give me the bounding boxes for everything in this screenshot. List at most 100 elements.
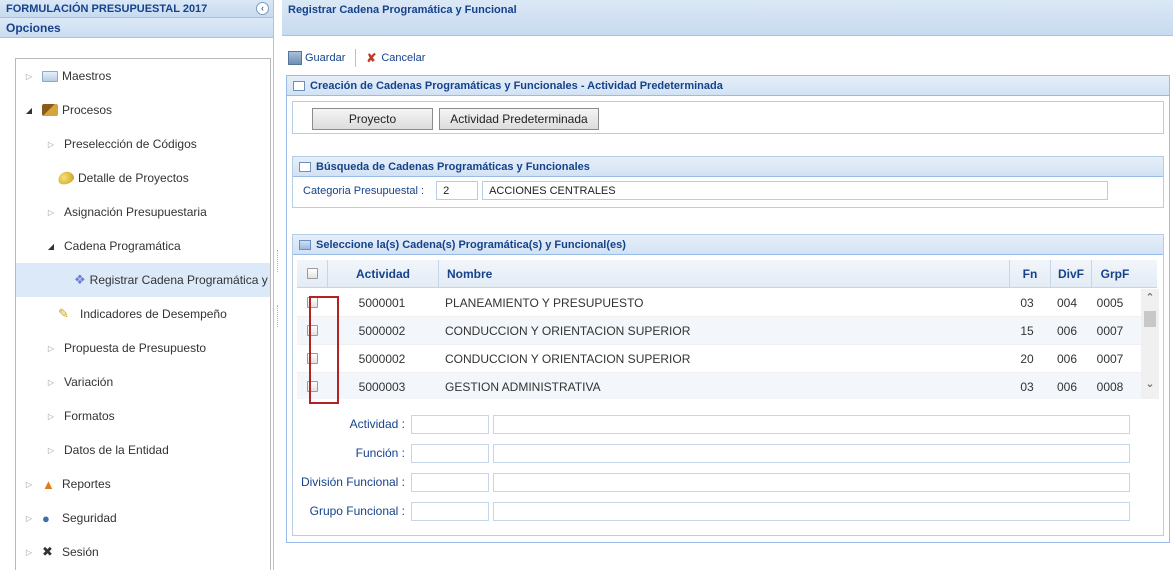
search-fieldset: Búsqueda de Cadenas Programáticas y Func… bbox=[292, 156, 1164, 208]
column-header-actividad[interactable]: Actividad bbox=[328, 267, 438, 281]
table-row[interactable]: 5000003 GESTION ADMINISTRATIVA 03 006 00… bbox=[297, 373, 1157, 399]
table-row[interactable]: 5000001 PLANEAMIENTO Y PRESUPUESTO 03 00… bbox=[297, 289, 1157, 317]
expand-arrow-icon[interactable]: ▷ bbox=[46, 378, 56, 387]
collapse-arrow-icon[interactable]: ◢ bbox=[46, 242, 56, 251]
tree-item-procesos[interactable]: ◢ Procesos bbox=[16, 93, 270, 127]
collapse-arrow-icon[interactable]: ◢ bbox=[24, 106, 34, 115]
save-button[interactable]: Guardar bbox=[288, 51, 345, 65]
tree-item-registrar-cadena[interactable]: ❖ Registrar Cadena Programática y Fu bbox=[16, 263, 271, 297]
actividad-code-field[interactable] bbox=[411, 414, 489, 434]
actividad-row: Actividad : bbox=[297, 414, 1159, 434]
actividad-label: Actividad : bbox=[349, 417, 405, 431]
cancel-label: Cancelar bbox=[381, 52, 426, 64]
column-header-grpf[interactable]: GrpF bbox=[1092, 267, 1138, 281]
tree-item-label: Maestros bbox=[62, 69, 112, 83]
tree-item-seguridad[interactable]: ▷ ● Seguridad bbox=[16, 501, 270, 535]
grupo-row: Grupo Funcional : bbox=[297, 501, 1159, 521]
expand-arrow-icon[interactable]: ▷ bbox=[24, 548, 34, 557]
expand-arrow-icon[interactable]: ▷ bbox=[46, 140, 56, 149]
creation-header: Creación de Cadenas Programáticas y Func… bbox=[287, 76, 1169, 96]
expand-arrow-icon[interactable]: ▷ bbox=[24, 480, 34, 489]
selection-title: Seleccione la(s) Cadena(s) Programática(… bbox=[316, 238, 626, 251]
tree-item-formatos[interactable]: ▷ Formatos bbox=[16, 399, 270, 433]
tree-item-propuesta[interactable]: ▷ Propuesta de Presupuesto bbox=[16, 331, 270, 365]
tree-item-cadena-programatica[interactable]: ◢ Cadena Programática bbox=[16, 229, 270, 263]
tree-item-label: Procesos bbox=[62, 103, 113, 117]
expand-arrow-icon[interactable]: ▷ bbox=[46, 344, 56, 353]
tree-item-label: Cadena Programática bbox=[64, 239, 181, 253]
tree-item-detalle-proyectos[interactable]: Detalle de Proyectos bbox=[16, 161, 270, 195]
tree-item-maestros[interactable]: ▷ Maestros bbox=[16, 59, 270, 93]
cell-divf: 004 bbox=[1056, 295, 1078, 310]
category-name-field[interactable]: ACCIONES CENTRALES bbox=[482, 181, 1109, 200]
column-header-divf[interactable]: DivF bbox=[1051, 267, 1091, 281]
division-row: División Funcional : bbox=[297, 472, 1159, 492]
tree-item-label: Datos de la Entidad bbox=[64, 443, 169, 457]
cell-actividad: 5000003 bbox=[358, 379, 406, 394]
cancel-button[interactable]: ✘ Cancelar bbox=[364, 51, 425, 65]
cell-divf: 006 bbox=[1056, 351, 1078, 366]
selection-header: Seleccione la(s) Cadena(s) Programática(… bbox=[293, 235, 1163, 255]
funcion-code-field[interactable] bbox=[411, 443, 489, 463]
cell-fn: 15 bbox=[1020, 323, 1034, 338]
column-header-nombre[interactable]: Nombre bbox=[439, 267, 1009, 281]
expand-arrow-icon[interactable]: ▷ bbox=[24, 72, 34, 81]
funcion-row: Función : bbox=[297, 443, 1159, 463]
tree-item-preseleccion[interactable]: ▷ Preselección de Códigos bbox=[16, 127, 270, 161]
table-row[interactable]: 5000002 CONDUCCION Y ORIENTACION SUPERIO… bbox=[297, 317, 1157, 345]
tree-item-variacion[interactable]: ▷ Variación bbox=[16, 365, 270, 399]
tree-item-datos-entidad[interactable]: ▷ Datos de la Entidad bbox=[16, 433, 270, 467]
tree-item-label: Registrar Cadena Programática y Fu bbox=[89, 273, 271, 287]
column-header-fn[interactable]: Fn bbox=[1010, 267, 1050, 281]
cell-actividad: 5000001 bbox=[358, 295, 406, 310]
expand-arrow-icon[interactable]: ▷ bbox=[24, 514, 34, 523]
checkbox-highlight-box bbox=[309, 296, 339, 404]
grupo-name-field[interactable] bbox=[493, 501, 1130, 521]
tree-item-label: Sesión bbox=[62, 545, 99, 559]
search-title: Búsqueda de Cadenas Programáticas y Func… bbox=[316, 160, 590, 173]
cell-divf: 006 bbox=[1056, 379, 1078, 394]
creation-title: Creación de Cadenas Programáticas y Func… bbox=[310, 79, 723, 92]
collapse-panel-icon[interactable]: ‹ bbox=[256, 2, 269, 15]
grid-scrollbar[interactable]: ⌃ ⌄ bbox=[1141, 289, 1159, 399]
division-code-field[interactable] bbox=[411, 472, 489, 492]
tree-item-label: Seguridad bbox=[62, 511, 117, 525]
cell-grpf: 0005 bbox=[1096, 295, 1124, 310]
tree-item-asignacion[interactable]: ▷ Asignación Presupuestaria bbox=[16, 195, 270, 229]
window-icon bbox=[299, 161, 311, 172]
egg-icon bbox=[56, 169, 76, 187]
tree-item-reportes[interactable]: ▷ ▲ Reportes bbox=[16, 467, 270, 501]
table-row[interactable]: 5000002 CONDUCCION Y ORIENTACION SUPERIO… bbox=[297, 345, 1157, 373]
save-icon bbox=[288, 51, 302, 65]
splitter-grip[interactable] bbox=[277, 305, 280, 327]
select-all-checkbox[interactable] bbox=[306, 268, 318, 279]
grupo-code-field[interactable] bbox=[411, 501, 489, 521]
search-header: Búsqueda de Cadenas Programáticas y Func… bbox=[293, 157, 1163, 177]
select-all-cell bbox=[297, 268, 327, 279]
tree-item-label: Propuesta de Presupuesto bbox=[64, 341, 207, 355]
default-activity-button[interactable]: Actividad Predeterminada bbox=[439, 108, 599, 130]
actividad-name-field[interactable] bbox=[493, 414, 1130, 434]
tree-item-label: Preselección de Códigos bbox=[64, 137, 197, 151]
expand-arrow-icon[interactable]: ▷ bbox=[46, 412, 56, 421]
session-icon: ✖ bbox=[42, 544, 53, 559]
funcion-name-field[interactable] bbox=[493, 443, 1130, 463]
indicator-icon: ✎ bbox=[58, 306, 69, 321]
expand-arrow-icon[interactable]: ▷ bbox=[46, 208, 56, 217]
tree-item-sesion[interactable]: ▷ ✖ Sesión bbox=[16, 535, 270, 569]
splitter-grip[interactable] bbox=[277, 250, 280, 272]
scroll-up-icon[interactable]: ⌃ bbox=[1141, 291, 1159, 309]
scroll-down-icon[interactable]: ⌄ bbox=[1141, 377, 1159, 395]
chain-icon: ❖ bbox=[74, 272, 86, 287]
cell-grpf: 0007 bbox=[1096, 323, 1124, 338]
grid-header: Actividad Nombre Fn DivF GrpF bbox=[297, 259, 1157, 288]
cell-grpf: 0007 bbox=[1096, 351, 1124, 366]
expand-arrow-icon[interactable]: ▷ bbox=[46, 446, 56, 455]
project-button[interactable]: Proyecto bbox=[312, 108, 433, 130]
category-code-field[interactable]: 2 bbox=[436, 181, 479, 200]
security-icon: ● bbox=[42, 510, 50, 526]
tree-item-indicadores[interactable]: ✎ Indicadores de Desempeño bbox=[16, 297, 270, 331]
creation-fieldset: Creación de Cadenas Programáticas y Func… bbox=[286, 75, 1170, 543]
scroll-thumb[interactable] bbox=[1144, 311, 1156, 327]
division-name-field[interactable] bbox=[493, 472, 1130, 492]
